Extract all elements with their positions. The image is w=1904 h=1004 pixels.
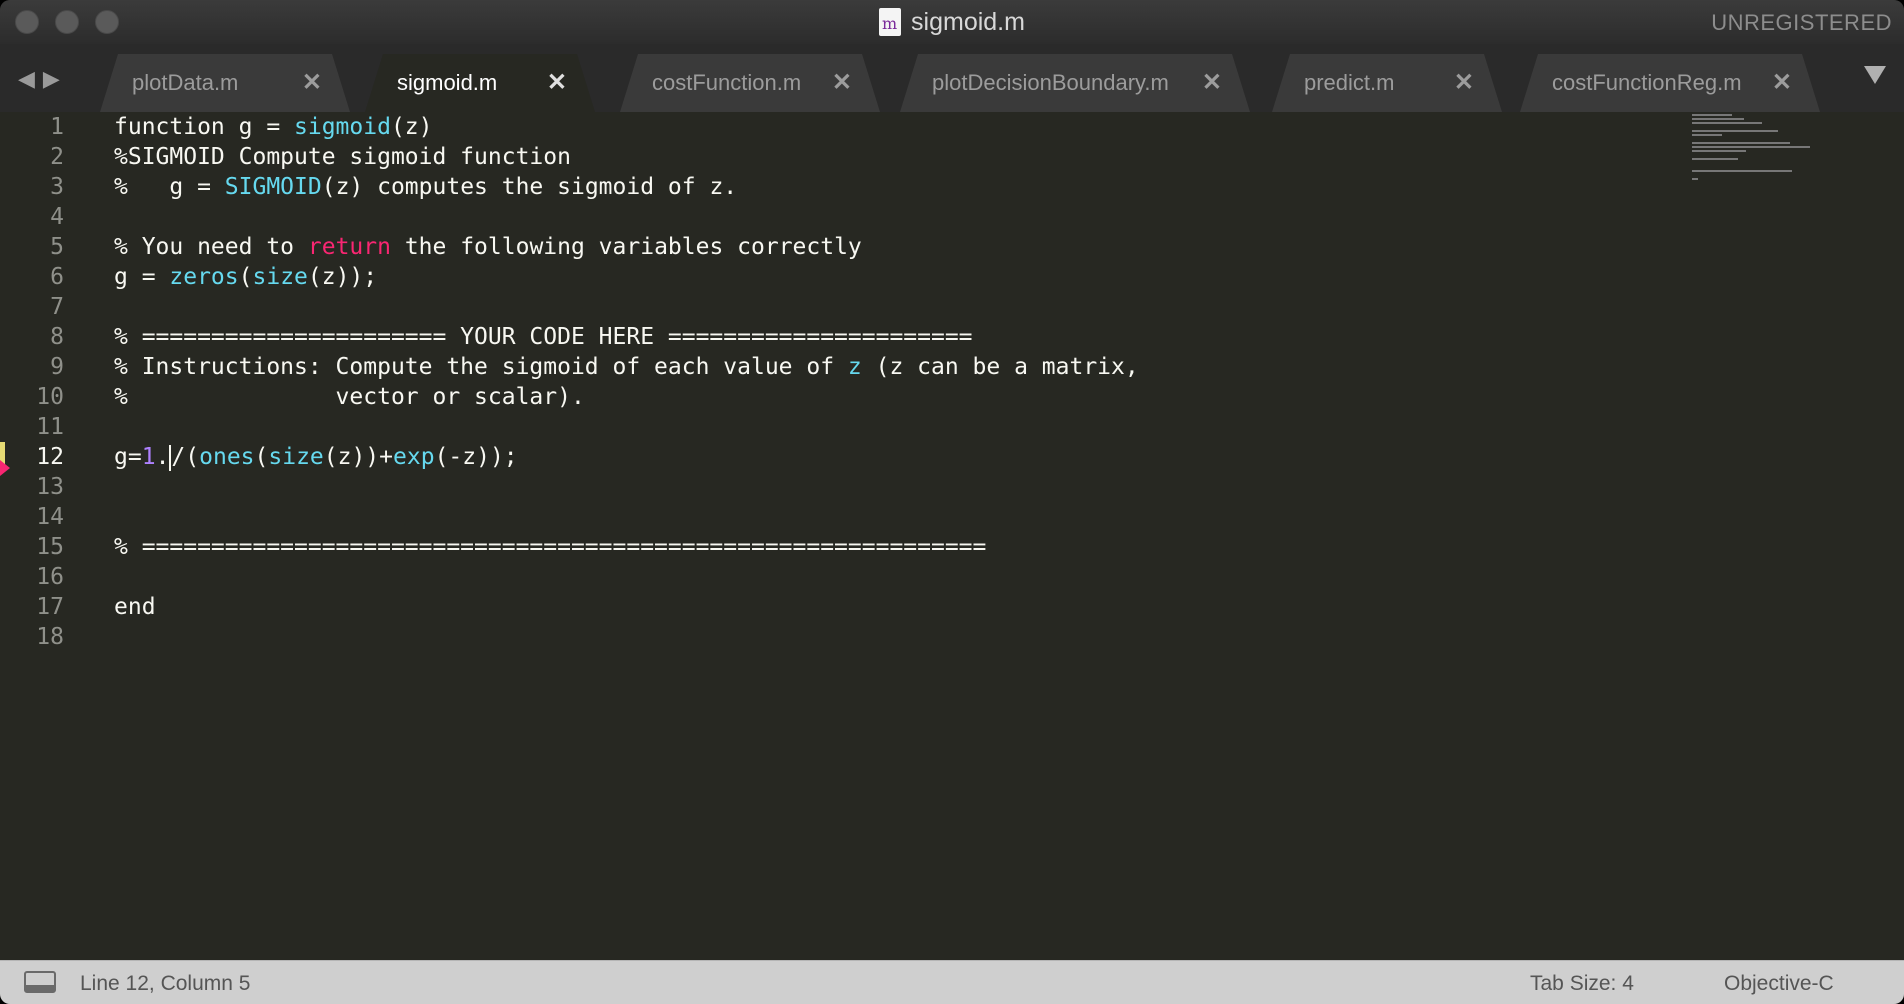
line-number: 12 (36, 444, 64, 470)
tab-size-selector[interactable]: Tab Size: 4 (1530, 972, 1634, 996)
line-number: 13 (36, 474, 64, 500)
code-line-1: function g = sigmoid(z) (114, 112, 433, 142)
line-number: 17 (36, 594, 64, 620)
code-token: SIGMOID (224, 174, 322, 200)
line-number: 9 (50, 354, 64, 380)
panel-toggle-icon[interactable] (24, 971, 56, 993)
tab-costfunctionreg[interactable]: costFunctionReg.m ✕ (1520, 54, 1820, 112)
line-number: 7 (50, 294, 64, 320)
tab-nav-arrows-icon[interactable]: ◀ ▶ (18, 66, 60, 92)
code-line-9: % Instructions: Compute the sigmoid of e… (114, 352, 1139, 382)
code-token: 1 (141, 444, 156, 470)
code-area[interactable]: function g = sigmoid(z) %SIGMOID Compute… (114, 112, 1139, 620)
code-token: zeros (169, 264, 239, 290)
code-token: g = (114, 264, 170, 290)
code-editor[interactable]: 1 2 3 4 5 6 7 8 9 10 11 12 13 14 15 16 17 18 function g =… (0, 112, 1904, 960)
code-token: ones (199, 444, 255, 470)
code-token: (z)); (307, 264, 378, 290)
code-token: % g = (114, 174, 225, 200)
code-token: z (834, 354, 876, 380)
line-number: 3 (50, 174, 64, 200)
tab-plotdecisionboundary[interactable]: plotDecisionBoundary.m ✕ (900, 54, 1250, 112)
window-title-text: sigmoid.m (911, 7, 1025, 36)
tab-predict[interactable]: predict.m ✕ (1272, 54, 1502, 112)
line-number: 6 (50, 264, 64, 290)
tab-plotdata[interactable]: plotData.m ✕ (100, 54, 350, 112)
tab-label: plotData.m (132, 70, 239, 95)
tab-next-icon[interactable]: ▶ (43, 66, 60, 92)
line-number: 18 (36, 624, 64, 650)
tab-close-icon[interactable]: ✕ (302, 68, 322, 97)
line-number: 10 (36, 384, 64, 410)
unregistered-label: UNREGISTERED (1711, 10, 1892, 35)
title-bar: sigmoid.m UNREGISTERED (0, 0, 1904, 44)
cursor-position: Line 12, Column 5 (80, 972, 251, 995)
code-token: exp (393, 444, 435, 470)
line-number: 8 (50, 324, 64, 350)
line-number: 11 (36, 414, 64, 440)
tab-bar: ◀ ▶ plotData.m ✕ sigmoid.m ✕ costFunctio… (0, 44, 1904, 112)
code-line-6: g = zeros(size(z)); (114, 262, 377, 292)
code-token: function g = (114, 114, 295, 140)
tab-close-icon[interactable]: ✕ (1772, 68, 1792, 97)
minimap[interactable] (1692, 112, 1872, 212)
code-line-10: % vector or scalar). (114, 384, 585, 410)
line-number: 16 (36, 564, 64, 590)
tab-label: plotDecisionBoundary.m (932, 70, 1169, 95)
code-token: the following variables correctly (390, 234, 862, 260)
line-number: 5 (50, 234, 64, 260)
code-token: . (155, 444, 170, 470)
code-line-17: end (114, 594, 156, 620)
code-token: size (252, 264, 308, 290)
line-number: 14 (36, 504, 64, 530)
code-token: (z))+ (323, 444, 394, 470)
tab-close-icon[interactable]: ✕ (832, 68, 852, 97)
code-token: (z) computes the sigmoid of z. (321, 174, 738, 200)
code-line-15: % ======================================… (114, 534, 987, 560)
line-number: 1 (50, 114, 64, 140)
line-number: 4 (50, 204, 64, 230)
line-number: 15 (36, 534, 64, 560)
tab-prev-icon[interactable]: ◀ (18, 66, 35, 92)
code-token: ( (238, 264, 253, 290)
dropdown-triangle-icon[interactable] (1864, 66, 1886, 84)
matlab-file-icon (879, 8, 902, 36)
code-token: return (307, 234, 391, 260)
code-line-8: % ====================== YOUR CODE HERE … (114, 324, 973, 350)
status-bar: Line 12, Column 5 Tab Size: 4 Objective-… (0, 960, 1904, 1004)
code-token: % You need to (114, 234, 308, 260)
tab-costfunction[interactable]: costFunction.m ✕ (620, 54, 880, 112)
code-token: g= (114, 444, 142, 470)
tab-close-icon[interactable]: ✕ (547, 68, 567, 97)
tab-label: costFunction.m (652, 70, 802, 95)
code-line-3: % g = SIGMOID(z) computes the sigmoid of… (114, 172, 737, 202)
code-token: (z) (390, 114, 433, 140)
window-title: sigmoid.m (0, 0, 1904, 44)
tab-label: predict.m (1304, 70, 1395, 95)
code-token: /( (171, 444, 200, 470)
tab-close-icon[interactable]: ✕ (1202, 68, 1222, 97)
tab-label: sigmoid.m (397, 70, 498, 95)
code-token: % Instructions: Compute the sigmoid of e… (114, 354, 835, 380)
editor-window: sigmoid.m UNREGISTERED ◀ ▶ plotData.m ✕ … (0, 0, 1904, 1004)
line-number: 2 (50, 144, 64, 170)
syntax-selector[interactable]: Objective-C (1724, 972, 1834, 996)
tab-label: costFunctionReg.m (1552, 70, 1742, 95)
code-token: (-z)); (434, 444, 518, 470)
code-line-2: %SIGMOID Compute sigmoid function (114, 144, 571, 170)
tab-sigmoid[interactable]: sigmoid.m ✕ (365, 54, 595, 112)
code-token: (z can be a matrix, (875, 354, 1139, 380)
code-token: sigmoid (294, 114, 391, 140)
code-line-12: g=1./(ones(size(z))+exp(-z)); (114, 442, 518, 472)
line-number-gutter: 1 2 3 4 5 6 7 8 9 10 11 12 13 14 15 16 17 18 (0, 112, 90, 960)
code-token: ( (254, 444, 269, 470)
code-line-5: % You need to return the following varia… (114, 232, 862, 262)
tab-close-icon[interactable]: ✕ (1454, 68, 1474, 97)
code-token: size (268, 444, 324, 470)
